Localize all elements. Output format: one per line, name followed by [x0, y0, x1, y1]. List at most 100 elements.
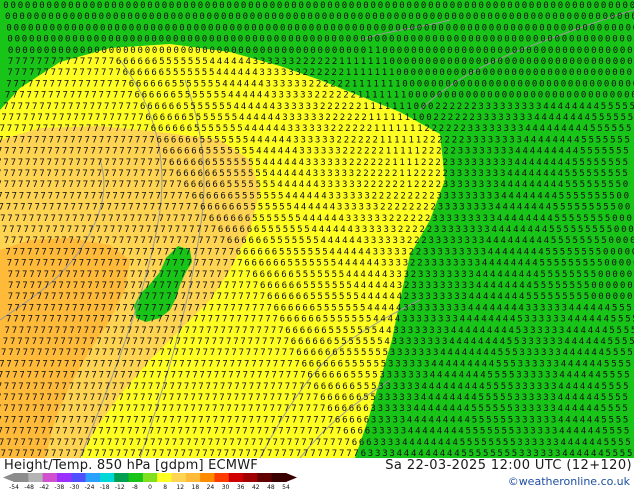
field-digit: 3 — [428, 337, 433, 347]
field-digit: 4 — [544, 191, 549, 201]
field-digit: 7 — [122, 259, 127, 269]
field-digit: 5 — [512, 449, 517, 458]
field-digit: 3 — [393, 415, 398, 425]
field-digit: 3 — [480, 191, 485, 201]
field-digit: 0 — [235, 12, 240, 22]
field-digit: 3 — [482, 124, 487, 134]
scale-label: 30 — [222, 484, 230, 490]
field-digit: 7 — [79, 303, 84, 313]
field-digit: 5 — [324, 270, 329, 280]
field-digit: 7 — [306, 415, 311, 425]
field-digit: 3 — [543, 393, 548, 403]
field-digit: 1 — [346, 57, 351, 67]
field-digit: 0 — [183, 1, 188, 11]
field-digit: 0 — [129, 23, 134, 33]
field-digit: 7 — [185, 371, 190, 381]
credit-link[interactable]: ©weatheronline.co.uk — [508, 475, 630, 488]
field-digit: 6 — [247, 225, 252, 235]
field-digit: 0 — [435, 1, 440, 11]
field-digit: 7 — [272, 315, 277, 325]
field-digit: 5 — [616, 180, 621, 190]
field-digit: 0 — [78, 23, 83, 33]
field-digit: 7 — [233, 337, 238, 347]
field-digit: 7 — [87, 214, 92, 224]
field-digit: 1 — [394, 91, 399, 101]
field-digit: 7 — [77, 135, 82, 145]
field-digit: 7 — [28, 79, 33, 89]
field-digit: 7 — [16, 113, 21, 123]
field-digit: 0 — [526, 46, 531, 56]
field-digit: 0 — [207, 12, 212, 22]
field-digit: 3 — [452, 247, 457, 257]
field-digit: 6 — [322, 371, 327, 381]
field-digit: 0 — [523, 91, 528, 101]
field-digit: 6 — [145, 57, 150, 67]
field-digit: 0 — [447, 68, 452, 78]
field-digit: 7 — [20, 135, 25, 145]
field-digit: 5 — [565, 180, 570, 190]
field-digit: 2 — [345, 124, 350, 134]
field-digit: 2 — [432, 124, 437, 134]
field-digit: 2 — [443, 158, 448, 168]
field-digit: 0 — [72, 35, 77, 45]
field-digit: 0 — [540, 35, 545, 45]
field-digit: 0 — [185, 12, 190, 22]
field-digit: 7 — [276, 337, 281, 347]
field-digit: 5 — [573, 236, 578, 246]
field-digit: 4 — [537, 147, 542, 157]
field-digit: 3 — [539, 359, 544, 369]
field-digit: 7 — [2, 225, 7, 235]
field-digit: 5 — [576, 259, 581, 269]
field-digit: 4 — [479, 382, 484, 392]
field-digit: 7 — [157, 315, 162, 325]
field-digit: 7 — [313, 415, 318, 425]
field-digit: 0 — [432, 35, 437, 45]
field-digit: 7 — [44, 449, 49, 458]
field-digit: 7 — [123, 292, 128, 302]
field-digit: 0 — [252, 35, 257, 45]
field-digit: 7 — [101, 68, 106, 78]
field-digit: 7 — [128, 135, 133, 145]
field-digit: 6 — [181, 113, 186, 123]
field-digit: 7 — [120, 191, 125, 201]
field-digit: 0 — [27, 12, 32, 22]
field-digit: 0 — [502, 12, 507, 22]
field-digit: 7 — [173, 449, 178, 458]
field-digit: 7 — [35, 79, 40, 89]
field-digit: 7 — [173, 303, 178, 313]
field-digit: 3 — [335, 158, 340, 168]
field-digit: 7 — [209, 303, 214, 313]
field-digit: 4 — [490, 281, 495, 291]
field-digit: 7 — [74, 225, 79, 235]
field-digit: 3 — [543, 337, 548, 347]
scale-swatch — [157, 473, 172, 482]
field-digit: 7 — [46, 337, 51, 347]
field-digit: 7 — [111, 404, 116, 414]
field-digit: 7 — [256, 415, 261, 425]
field-digit: 7 — [169, 169, 174, 179]
field-digit: 2 — [371, 147, 376, 157]
field-digit: 5 — [317, 303, 322, 313]
field-digit: 7 — [8, 449, 13, 458]
field-digit: 7 — [158, 259, 163, 269]
field-digit: 7 — [240, 337, 245, 347]
field-digit: 3 — [450, 158, 455, 168]
field-digit: 2 — [351, 91, 356, 101]
field-digit: 4 — [529, 158, 534, 168]
field-digit: 0 — [447, 57, 452, 67]
field-digit: 3 — [424, 259, 429, 269]
field-digit: 4 — [230, 79, 235, 89]
field-digit: 4 — [595, 371, 600, 381]
field-digit: 7 — [246, 281, 251, 291]
field-digit: 7 — [46, 404, 51, 414]
field-digit: 4 — [523, 191, 528, 201]
field-digit: 7 — [83, 158, 88, 168]
field-digit: 7 — [255, 337, 260, 347]
field-digit: 7 — [169, 180, 174, 190]
field-digit: 3 — [434, 225, 439, 235]
field-digit: 3 — [475, 214, 480, 224]
field-digit: 0 — [618, 203, 623, 213]
field-digit: 3 — [394, 371, 399, 381]
field-digit: 3 — [526, 303, 531, 313]
field-digit: 7 — [176, 393, 181, 403]
